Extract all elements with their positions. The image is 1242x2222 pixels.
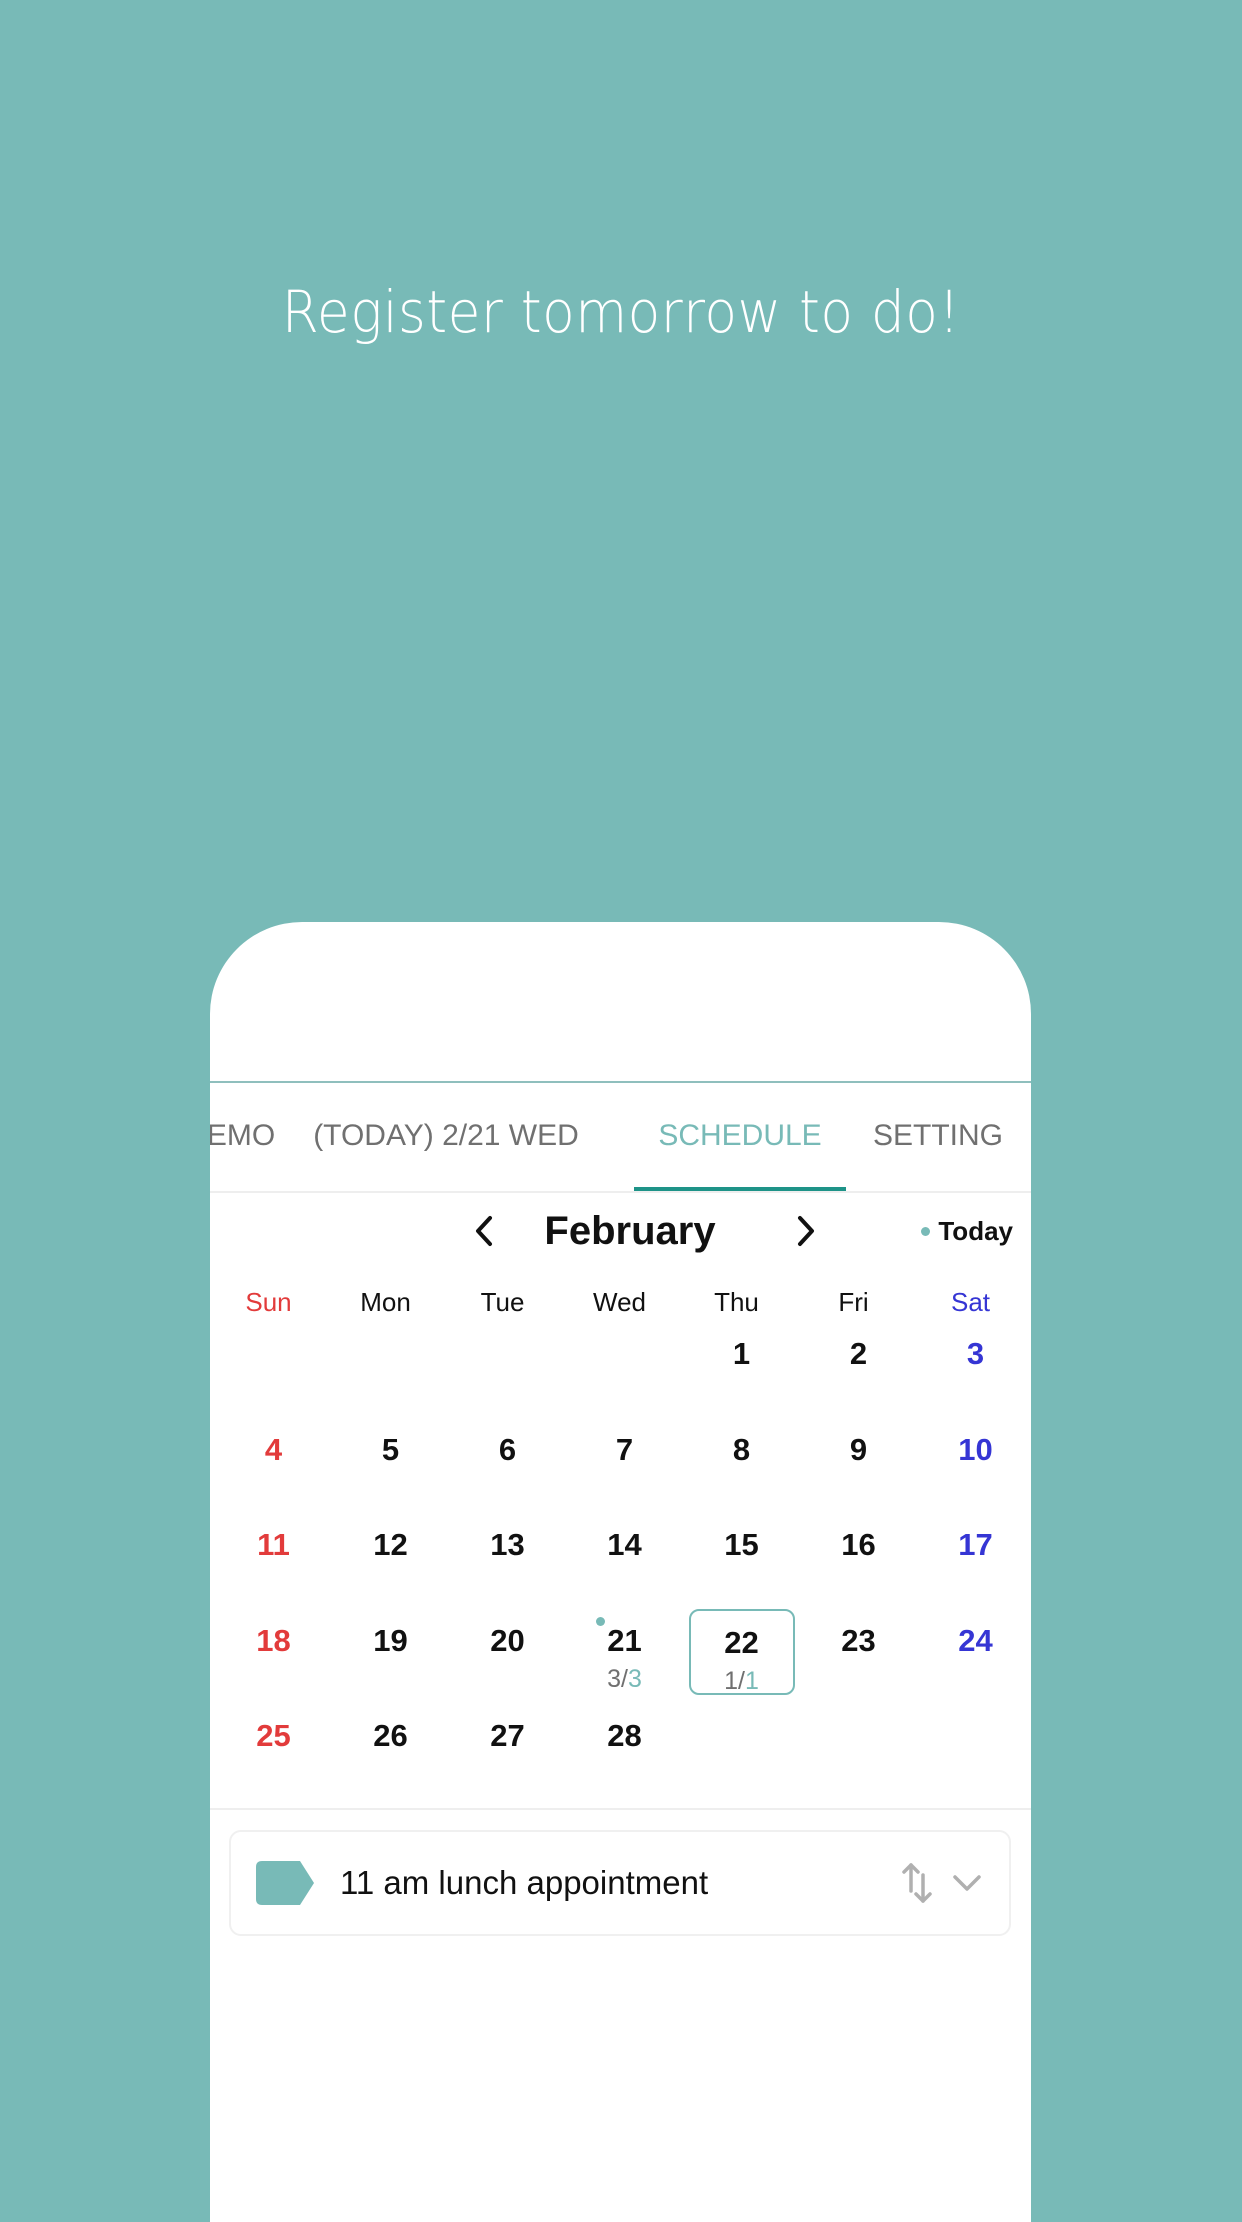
count-separator: / <box>621 1664 628 1693</box>
weekday-fri: Fri <box>838 1286 869 1317</box>
tabs-divider <box>210 1191 1031 1193</box>
day-number: 20 <box>490 1622 525 1658</box>
expand-button[interactable] <box>947 1858 987 1908</box>
task-count: 3/3 <box>607 1665 642 1693</box>
calendar-day[interactable]: 14 <box>572 1513 678 1599</box>
calendar-day[interactable]: 4 <box>221 1418 327 1504</box>
calendar-day[interactable]: 20 <box>455 1609 561 1695</box>
calendar-day[interactable]: 13 <box>455 1513 561 1599</box>
calendar-day-selected[interactable]: 22 1/1 <box>688 1608 795 1695</box>
calendar-day[interactable]: 10 <box>923 1418 1029 1504</box>
day-number: 27 <box>490 1718 525 1753</box>
weekday-wed: Wed <box>593 1286 646 1317</box>
sort-arrows-icon <box>902 1863 932 1903</box>
count-separator: / <box>738 1666 745 1695</box>
task-item[interactable]: 11 am lunch appointment <box>229 1830 1011 1936</box>
calendar-day[interactable]: 15 <box>689 1513 795 1599</box>
day-number: 14 <box>607 1527 642 1562</box>
day-number: 28 <box>607 1718 642 1753</box>
day-number: 18 <box>256 1622 291 1658</box>
day-number: 5 <box>381 1431 400 1467</box>
day-number: 12 <box>373 1527 408 1562</box>
weekday-tue: Tue <box>480 1286 525 1317</box>
day-number: 3 <box>966 1336 985 1371</box>
headline: Register tomorrow to do! <box>281 278 961 346</box>
today-dot-icon <box>595 1616 605 1626</box>
day-number: 11 <box>257 1527 290 1562</box>
next-month-button[interactable] <box>778 1202 834 1260</box>
weekday-sat: Sat <box>950 1286 991 1317</box>
tab-setting[interactable]: SETTING <box>864 1083 1012 1189</box>
weekday-thu: Thu <box>714 1286 759 1317</box>
month-title: February <box>544 1208 716 1253</box>
day-number: 16 <box>841 1527 876 1562</box>
day-number: 21 <box>607 1622 642 1658</box>
day-number: 22 <box>724 1624 759 1660</box>
calendar-day[interactable]: 16 <box>806 1513 912 1599</box>
day-number: 10 <box>958 1431 993 1467</box>
calendar-day[interactable]: 6 <box>455 1418 561 1504</box>
calendar-day[interactable]: 25 <box>221 1704 327 1790</box>
calendar-day[interactable]: 27 <box>455 1704 561 1790</box>
calendar-day[interactable]: 3 <box>923 1322 1029 1408</box>
tab-schedule[interactable]: SCHEDULE <box>634 1083 846 1189</box>
tab-today[interactable]: (TODAY) 2/21 WED <box>308 1083 584 1189</box>
task-done: 1 <box>744 1666 759 1695</box>
weekday-sun: Sun <box>245 1286 292 1317</box>
calendar-day[interactable]: 18 <box>221 1609 327 1695</box>
prev-month-button[interactable] <box>456 1202 512 1260</box>
tab-bar: EMO (TODAY) 2/21 WED SCHEDULE SETTING <box>210 1083 1031 1192</box>
day-number: 19 <box>373 1622 408 1658</box>
calendar-day[interactable]: 7 <box>572 1418 678 1504</box>
calendar-day[interactable]: 24 <box>923 1609 1029 1695</box>
calendar-day[interactable]: 8 <box>689 1418 795 1504</box>
calendar-day[interactable]: 28 <box>572 1704 678 1790</box>
today-dot-icon <box>921 1226 931 1236</box>
calendar-day[interactable]: 12 <box>338 1513 444 1599</box>
day-number: 23 <box>841 1622 876 1658</box>
reorder-button[interactable] <box>897 1858 937 1908</box>
day-number: 15 <box>724 1527 759 1562</box>
calendar-day[interactable]: 23 <box>806 1609 912 1695</box>
today-button[interactable]: Today <box>921 1202 1013 1260</box>
task-text: 11 am lunch appointment <box>340 1864 709 1901</box>
chevron-down-icon <box>953 1875 981 1891</box>
day-number: 13 <box>490 1527 525 1562</box>
day-number: 7 <box>615 1431 634 1467</box>
day-number: 1 <box>732 1336 751 1371</box>
today-label: Today <box>938 1215 1013 1246</box>
day-number: 26 <box>373 1718 408 1753</box>
calendar-day[interactable]: 17 <box>923 1513 1029 1599</box>
calendar-day[interactable]: 11 <box>221 1513 327 1599</box>
label-tag-icon <box>256 1861 314 1905</box>
calendar-day-today[interactable]: 21 3/3 <box>572 1609 678 1695</box>
calendar-day[interactable]: 26 <box>338 1704 444 1790</box>
task-total: 3 <box>607 1664 622 1693</box>
calendar-day[interactable]: 9 <box>806 1418 912 1504</box>
calendar-day[interactable]: 5 <box>338 1418 444 1504</box>
calendar-day[interactable]: 2 <box>806 1322 912 1408</box>
calendar-day[interactable]: 1 <box>689 1322 795 1408</box>
task-count: 1/1 <box>724 1667 759 1695</box>
day-number: 24 <box>958 1622 993 1658</box>
month-header: February Today <box>210 1202 1031 1260</box>
chevron-right-icon <box>798 1216 814 1246</box>
day-number: 25 <box>256 1718 291 1753</box>
day-number: 17 <box>958 1527 993 1562</box>
tab-memo[interactable]: EMO <box>210 1083 278 1189</box>
chevron-left-icon <box>476 1216 492 1246</box>
day-number: 2 <box>849 1336 868 1371</box>
day-number: 9 <box>849 1431 868 1467</box>
calendar-divider <box>210 1808 1031 1810</box>
calendar-day[interactable]: 19 <box>338 1609 444 1695</box>
phone-screen: EMO (TODAY) 2/21 WED SCHEDULE SETTING Fe… <box>210 922 1031 2222</box>
weekday-mon: Mon <box>360 1286 411 1317</box>
day-number: 8 <box>732 1431 751 1467</box>
day-number: 4 <box>264 1431 283 1467</box>
day-number: 6 <box>498 1431 517 1467</box>
weekday-header: Sun Mon Tue Wed Thu Fri Sat <box>210 1278 1031 1326</box>
task-done: 3 <box>627 1664 642 1693</box>
task-total: 1 <box>724 1666 739 1695</box>
